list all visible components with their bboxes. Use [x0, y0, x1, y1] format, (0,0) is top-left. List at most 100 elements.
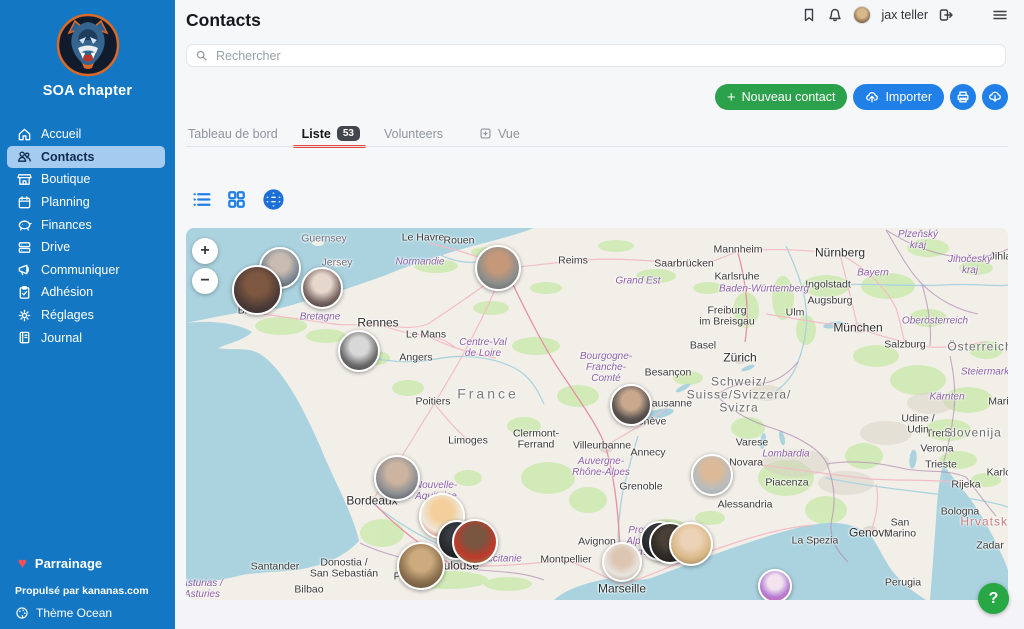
map-label: Trieste: [925, 459, 957, 470]
contacts-map[interactable]: GuernseyJerseyLe HavreRouenParisReimsSaa…: [186, 228, 1008, 600]
contact-avatar-toulouse-statue[interactable]: [397, 542, 445, 590]
map-label: Schweiz/ Suisse/Svizzera/ Svizra: [687, 376, 792, 415]
map-label: Auvergne- Rhône-Alpes: [572, 457, 630, 479]
tab-tableau-de-bord[interactable]: Tableau de bord: [188, 127, 278, 147]
hamburger-menu-icon[interactable]: [992, 7, 1008, 23]
clipboard-icon: [17, 285, 32, 300]
map-label: Rijeka: [951, 479, 980, 490]
globe-view-button[interactable]: [261, 187, 286, 212]
org-logo[interactable]: [56, 13, 120, 77]
sidebar-item-finances[interactable]: Finances: [0, 213, 175, 236]
printer-icon: [956, 90, 970, 104]
help-button[interactable]: ?: [978, 583, 1009, 614]
sidebar-item-drive[interactable]: Drive: [0, 236, 175, 259]
sidebar-item-communiquer[interactable]: Communiquer: [0, 259, 175, 282]
search-input[interactable]: [214, 48, 997, 64]
search-bar: [186, 44, 1006, 67]
logout-icon[interactable]: [938, 7, 954, 23]
bear-mascot-icon: [56, 13, 120, 77]
sidebar-item-parrainage[interactable]: ♥ Parrainage: [0, 556, 175, 571]
theme-label: Thème Ocean: [36, 606, 112, 620]
view-switcher: [191, 187, 286, 212]
sidebar-item-journal[interactable]: Journal: [0, 326, 175, 349]
import-button[interactable]: Importer: [853, 84, 944, 110]
sidebar-item-label: Planning: [41, 195, 90, 209]
map-label: Rennes: [357, 317, 398, 330]
new-contact-button[interactable]: + Nouveau contact: [715, 84, 848, 110]
search-icon: [195, 49, 208, 62]
contact-avatar-pale-woman[interactable]: [301, 267, 343, 309]
map-label: Le Mans: [406, 329, 446, 340]
map-label: Alessandria: [718, 499, 773, 510]
map-label: Karlovac: [987, 467, 1008, 478]
palette-icon: [15, 606, 29, 620]
map-zoom-in-button[interactable]: +: [192, 238, 218, 264]
contact-avatar-novara-man[interactable]: [691, 454, 733, 496]
sidebar-item-contacts[interactable]: Contacts: [7, 146, 165, 169]
tab-volunteers[interactable]: Volunteers: [384, 127, 443, 147]
map-label: Augsburg: [808, 295, 853, 306]
user-avatar[interactable]: [853, 6, 871, 24]
map-label: Jihočeský kraj: [948, 255, 992, 277]
map-label: Normandie: [396, 258, 445, 269]
globe-view-icon: [261, 187, 286, 212]
contact-avatar-toulouse-red-man[interactable]: [452, 519, 498, 565]
export-button[interactable]: [982, 84, 1008, 110]
tab-label: Vue: [498, 127, 520, 141]
sidebar: SOA chapter AccueilContactsBoutiquePlann…: [0, 0, 175, 629]
upload-cloud-icon: [865, 90, 879, 104]
powered-by-link[interactable]: Propulsé par kananas.com: [0, 585, 175, 597]
sidebar-item-label: Drive: [41, 240, 70, 254]
main-content: Contacts jax teller +: [175, 0, 1024, 629]
contact-avatar-brest-man[interactable]: [232, 265, 282, 315]
tab-label: Volunteers: [384, 127, 443, 141]
heart-icon: ♥: [18, 556, 27, 571]
map-zoom-out-button[interactable]: −: [192, 268, 218, 294]
sidebar-item-planning[interactable]: Planning: [0, 191, 175, 214]
page-title: Contacts: [186, 10, 261, 31]
theme-switcher[interactable]: Thème Ocean: [0, 606, 175, 620]
sidebar-menu: AccueilContactsBoutique Planning Finances D…: [0, 123, 175, 349]
contact-avatar-bordeaux-man[interactable]: [374, 455, 420, 501]
contact-avatar-lausanne-man[interactable]: [610, 384, 652, 426]
map-label: San Marino: [884, 518, 916, 541]
contact-avatar-paris-man[interactable]: [475, 245, 521, 291]
map-label: Steiermark: [961, 368, 1008, 379]
download-cloud-icon: [988, 90, 1002, 104]
users-icon: [17, 149, 32, 164]
list-view-button[interactable]: [191, 189, 212, 210]
bell-icon[interactable]: [827, 7, 843, 23]
server-icon: [17, 240, 32, 255]
journal-icon: [17, 330, 32, 345]
user-name[interactable]: jax teller: [881, 8, 928, 22]
map-label: La Spezia: [792, 535, 839, 546]
map-label: Perugia: [885, 577, 921, 588]
tab-bar: Tableau de bord Liste53 Volunteers Vue: [188, 126, 520, 147]
sidebar-item-adhesion[interactable]: Adhésion: [0, 281, 175, 304]
contact-avatar-marseille-woman[interactable]: [602, 542, 642, 582]
map-label: Maribor: [988, 396, 1008, 407]
tab-liste[interactable]: Liste53: [302, 126, 360, 147]
contact-avatar-nantes-beard-man[interactable]: [338, 330, 380, 372]
map-label: Limoges: [448, 435, 488, 446]
map-label: Le Havre: [402, 232, 445, 243]
tab-vue[interactable]: Vue: [479, 127, 520, 147]
parrainage-label: Parrainage: [35, 556, 102, 571]
map-label: Centre-Val de Loire: [459, 338, 506, 360]
calendar-icon: [17, 195, 32, 210]
map-label: Angers: [399, 352, 432, 363]
print-button[interactable]: [950, 84, 976, 110]
map-label: Salzburg: [884, 339, 925, 350]
tab-label: Liste: [302, 127, 331, 141]
map-label: Clermont- Ferrand: [513, 429, 559, 452]
map-label: Freiburg im Breisgau: [699, 306, 754, 329]
plus-icon: +: [727, 90, 736, 105]
toolbar: + Nouveau contact Importer: [715, 84, 1008, 110]
contact-avatar-group-illustration[interactable]: [758, 569, 792, 600]
bookmark-icon[interactable]: [801, 7, 817, 23]
sidebar-item-reglages[interactable]: Réglages: [0, 304, 175, 327]
sidebar-item-accueil[interactable]: Accueil: [0, 123, 175, 146]
grid-view-button[interactable]: [226, 189, 247, 210]
contact-avatar-nice-blonde-woman[interactable]: [669, 522, 713, 566]
sidebar-item-boutique[interactable]: Boutique: [0, 168, 175, 191]
